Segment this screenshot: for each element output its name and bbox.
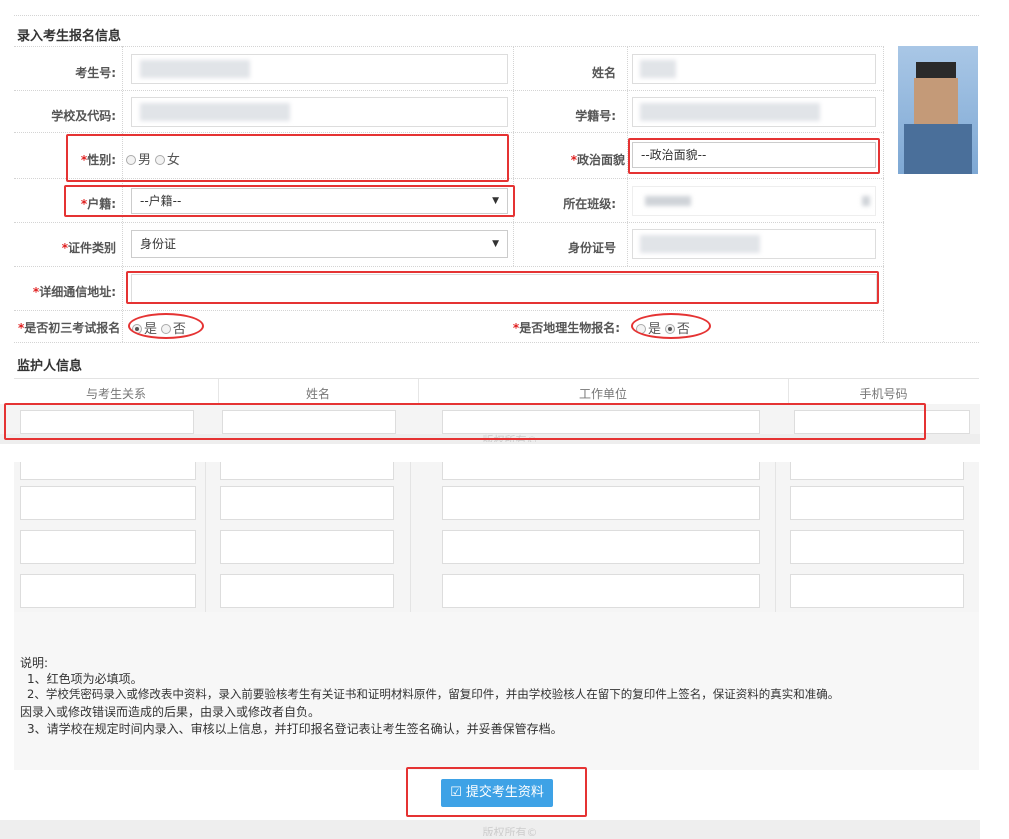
redacted-value	[140, 103, 290, 121]
huji-select[interactable]: --户籍-- ▼	[131, 188, 508, 214]
relation-input[interactable]	[20, 574, 196, 608]
guardian-section-title: 监护人信息	[17, 359, 83, 374]
grid-line	[883, 46, 884, 342]
gender-female-label: 女	[166, 153, 180, 168]
photo-face	[914, 78, 958, 124]
chu3-no-label: 否	[172, 322, 186, 337]
phone-input[interactable]	[790, 574, 964, 608]
address-label: *详细通信地址:	[32, 285, 116, 299]
geo-bio-radio-group: 是 否	[636, 318, 690, 337]
redacted-value	[640, 235, 760, 253]
huji-label: *户籍:	[80, 197, 116, 211]
grid-line	[14, 46, 884, 47]
col-workplace: 工作单位	[578, 387, 627, 401]
caret-down-icon: ▼	[492, 239, 499, 249]
grid-line	[418, 379, 419, 404]
note-line-1: 1、红色项为必填项。	[27, 672, 143, 686]
grid-line	[205, 462, 206, 612]
gender-label: *性别:	[80, 153, 116, 167]
student-photo	[898, 46, 978, 174]
guardian-name-input[interactable]	[220, 486, 394, 520]
exam-no-label: 考生号:	[75, 66, 116, 80]
political-label: *政治面貌	[570, 153, 625, 167]
redacted-value	[140, 60, 250, 78]
grid-line	[14, 310, 884, 311]
gender-male-radio[interactable]	[126, 155, 136, 165]
workplace-input[interactable]	[442, 530, 760, 564]
grid-line	[122, 46, 123, 342]
relation-input[interactable]	[20, 462, 196, 480]
note-line-2: 2、学校凭密码录入或修改表中资料，录入前要验核考生有关证书和证明材料原件，留复印…	[27, 687, 840, 701]
note-line-3: 3、请学校在规定时间内录入、审核以上信息，并打印报名登记表让考生签名确认，并妥善…	[27, 722, 563, 736]
geo-bio-no-radio[interactable]	[664, 324, 675, 334]
chu3-yes-radio[interactable]	[132, 324, 142, 334]
guardian-name-input[interactable]	[220, 462, 394, 480]
class-label: 所在班级:	[563, 197, 616, 211]
phone-input[interactable]	[790, 462, 964, 480]
guardian-name-input[interactable]	[220, 574, 394, 608]
col-phone: 手机号码	[859, 387, 908, 401]
workplace-input[interactable]	[442, 410, 760, 434]
copyright-text: 版权所有©	[482, 434, 538, 442]
col-name: 姓名	[305, 387, 330, 401]
phone-input[interactable]	[790, 530, 964, 564]
chu3-radio-group: 是 否	[132, 318, 186, 337]
guardian-name-input[interactable]	[220, 530, 394, 564]
col-relation: 与考生关系	[85, 387, 146, 401]
notes-title: 说明:	[20, 656, 49, 670]
relation-input[interactable]	[20, 486, 196, 520]
grid-line	[218, 379, 219, 404]
redacted-value	[645, 196, 691, 206]
grid-line	[14, 178, 884, 179]
submit-button[interactable]: ☑ 提交考生资料	[441, 779, 553, 807]
phone-input[interactable]	[794, 410, 970, 434]
note-line-2-cont: 因录入或修改错误而造成的后果，由录入或修改者自负。	[20, 705, 321, 719]
student-no-label: 学籍号:	[575, 109, 616, 123]
top-border	[14, 15, 979, 16]
id-type-select[interactable]: 身份证 ▼	[131, 230, 508, 258]
grid-line	[410, 462, 411, 612]
guardian-name-input[interactable]	[222, 410, 396, 434]
grid-line	[14, 342, 979, 343]
phone-input[interactable]	[790, 486, 964, 520]
geo-bio-label: *是否地理生物报名:	[512, 321, 620, 335]
caret-down-icon: ▼	[492, 196, 499, 206]
address-input[interactable]	[131, 274, 877, 304]
workplace-input[interactable]	[442, 486, 760, 520]
grid-line	[14, 90, 884, 91]
geo-bio-yes-label: 是	[648, 322, 662, 337]
id-no-label: 身份证号	[567, 241, 616, 255]
grid-line	[14, 222, 884, 223]
id-type-label: *证件类别	[61, 241, 116, 255]
grid-line	[788, 379, 789, 404]
gender-female-radio[interactable]	[154, 155, 165, 165]
geo-bio-no-label: 否	[676, 322, 690, 337]
gender-male-label: 男	[138, 153, 152, 168]
workplace-input[interactable]	[442, 574, 760, 608]
workplace-input[interactable]	[442, 462, 760, 480]
redacted-value	[862, 196, 870, 206]
chu3-no-radio[interactable]	[160, 324, 171, 334]
grid-line	[513, 46, 514, 266]
school-label: 学校及代码:	[51, 109, 116, 123]
chu3-yes-label: 是	[144, 322, 158, 337]
relation-input[interactable]	[20, 410, 194, 434]
political-select[interactable]: --政治面貌--	[632, 142, 876, 168]
relation-input[interactable]	[20, 530, 196, 564]
bottom-copyright-text: 版权所有©	[482, 826, 538, 836]
enroll-section-title: 录入考生报名信息	[17, 29, 122, 44]
photo-shirt	[904, 124, 972, 174]
grid-line	[775, 462, 776, 612]
redacted-value	[640, 60, 676, 78]
geo-bio-yes-radio[interactable]	[636, 324, 646, 334]
gender-radio-group: 男 女	[126, 149, 180, 168]
name-label: 姓名	[591, 66, 616, 80]
grid-line	[14, 132, 884, 133]
grid-line	[14, 266, 884, 267]
chu3-label: *是否初三考试报名	[18, 321, 121, 335]
edit-icon: ☑	[450, 785, 466, 800]
redacted-value	[640, 103, 820, 121]
grid-line	[627, 46, 628, 266]
